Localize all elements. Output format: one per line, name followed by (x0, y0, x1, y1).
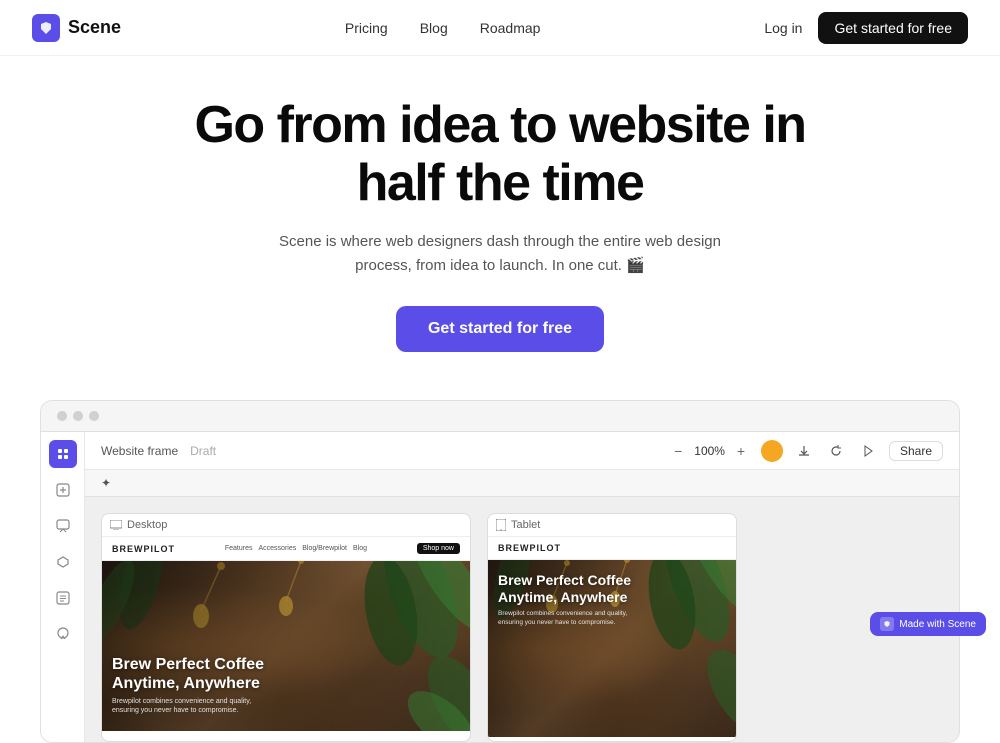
sidebar-icon-home[interactable] (49, 440, 77, 468)
desktop-site-preview: BREWPILOT Features Accessories Blog/Brew… (102, 537, 470, 737)
logo-text: Scene (68, 17, 121, 38)
draft-label: Draft (190, 444, 216, 458)
sidebar-icon-chat[interactable] (49, 512, 77, 540)
hero-section: Go from idea to website in half the time… (0, 56, 1000, 376)
login-link[interactable]: Log in (764, 20, 802, 36)
tablet-site-preview: BREWPILOT (488, 537, 736, 737)
tablet-frame: Tablet BREWPILOT (487, 513, 737, 742)
sidebar-icon-layers[interactable] (49, 584, 77, 612)
nav-links: Pricing Blog Roadmap (345, 20, 541, 36)
zoom-controls: − 100% + (668, 441, 751, 461)
brew-logo-tablet: BREWPILOT (498, 543, 561, 553)
brew-nav-tablet: BREWPILOT (488, 537, 736, 560)
brew-hero-subtitle-tablet: Brewpilot combines convenience and quali… (498, 610, 638, 627)
desktop-icon (110, 520, 122, 530)
frame-label: Website frame (101, 444, 178, 458)
sidebar-icon-add[interactable] (49, 476, 77, 504)
canvas-area: ✦ Desktop (85, 470, 959, 742)
made-with-scene-badge[interactable]: Made with Scene (870, 612, 986, 636)
window-dot-3 (89, 411, 99, 421)
toolbar-left: Website frame Draft (101, 444, 216, 458)
brew-hero-text-tablet: Brew Perfect Coffee Anytime, Anywhere Br… (498, 572, 648, 626)
hero-subtitle: Scene is where web designers dash throug… (260, 230, 740, 278)
nav-roadmap[interactable]: Roadmap (480, 20, 541, 36)
nav-cta-button[interactable]: Get started for free (818, 12, 968, 44)
brew-nav: BREWPILOT Features Accessories Blog/Brew… (102, 537, 470, 561)
nav-blog[interactable]: Blog (420, 20, 448, 36)
scene-mini-logo (883, 620, 891, 628)
download-icon[interactable] (793, 440, 815, 462)
app-preview: Website frame Draft − 100% + (40, 400, 960, 743)
canvas-header: ✦ (85, 470, 959, 497)
zoom-out-button[interactable]: − (668, 441, 688, 461)
brew-hero-image: Brew Perfect Coffee Anytime, Anywhere Br… (102, 561, 470, 731)
user-avatar (761, 440, 783, 462)
play-icon[interactable] (857, 440, 879, 462)
brew-hero-image-tablet: Brew Perfect Coffee Anytime, Anywhere Br… (488, 560, 736, 737)
app-toolbar: Website frame Draft − 100% + (85, 432, 959, 470)
app-body: Website frame Draft − 100% + (41, 432, 959, 742)
desktop-frame: Desktop BREWPILOT Features Accessories B… (101, 513, 471, 742)
window-dot-2 (73, 411, 83, 421)
app-main: Website frame Draft − 100% + (85, 432, 959, 742)
nav-actions: Log in Get started for free (764, 12, 968, 44)
cursor-icon: ✦ (101, 476, 111, 490)
sidebar-icon-comment[interactable] (49, 620, 77, 648)
app-sidebar (41, 432, 85, 742)
scene-badge-icon (880, 617, 894, 631)
share-button[interactable]: Share (889, 441, 943, 461)
navbar: Scene Pricing Blog Roadmap Log in Get st… (0, 0, 1000, 56)
brew-nav-links: Features Accessories Blog/Brewpilot Blog (225, 545, 367, 552)
brew-shop-btn: Shop now (417, 543, 460, 554)
sidebar-icon-expand[interactable] (49, 548, 77, 576)
logo: Scene (32, 14, 121, 42)
nav-pricing[interactable]: Pricing (345, 20, 388, 36)
hero-cta-button[interactable]: Get started for free (396, 306, 604, 352)
brew-logo: BREWPILOT (112, 544, 175, 554)
tablet-label: Tablet (488, 514, 736, 537)
canvas-content: Desktop BREWPILOT Features Accessories B… (85, 497, 959, 742)
toolbar-right: − 100% + (668, 440, 943, 462)
hero-title: Go from idea to website in half the time (160, 96, 840, 212)
desktop-label: Desktop (102, 514, 470, 537)
tablet-icon (496, 519, 506, 531)
zoom-in-button[interactable]: + (731, 441, 751, 461)
made-with-label: Made with Scene (899, 619, 976, 630)
logo-icon (32, 14, 60, 42)
scene-logo-svg (38, 20, 54, 36)
window-chrome (41, 401, 959, 432)
brew-hero-subtitle-desktop: Brewpilot combines convenience and quali… (112, 697, 272, 715)
brew-hero-title-desktop: Brew Perfect Coffee Anytime, Anywhere (112, 655, 292, 693)
window-dot-1 (57, 411, 67, 421)
brew-hero-text-desktop: Brew Perfect Coffee Anytime, Anywhere Br… (112, 655, 292, 716)
zoom-value: 100% (694, 444, 725, 458)
refresh-icon[interactable] (825, 440, 847, 462)
brew-hero-title-tablet: Brew Perfect Coffee Anytime, Anywhere (498, 572, 648, 606)
